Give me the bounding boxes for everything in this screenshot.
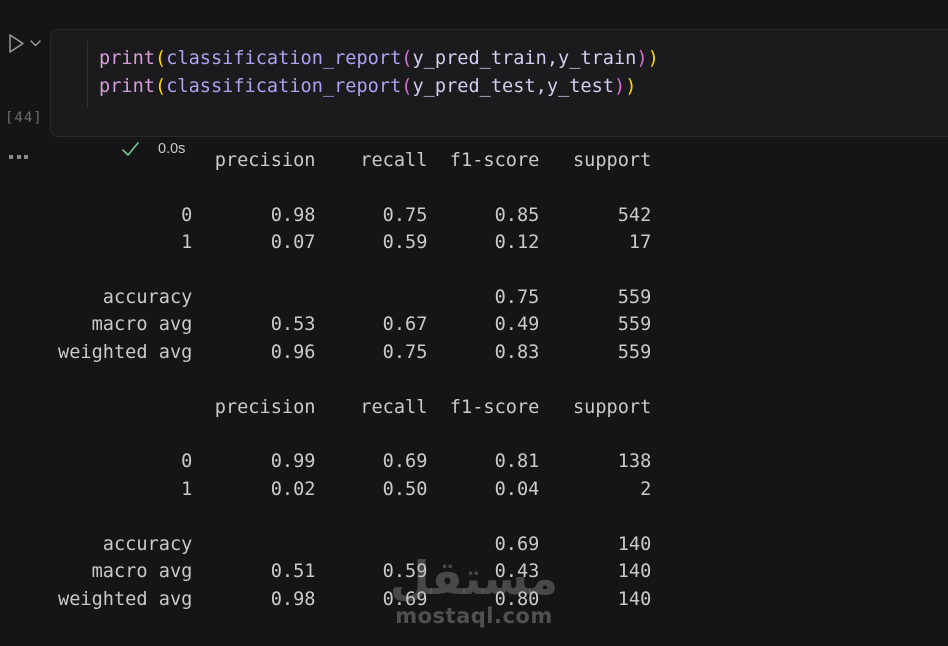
editor-left-guide xyxy=(87,41,88,107)
code-editor[interactable]: print(classification_report(y_pred_train… xyxy=(99,45,659,101)
chevron-down-icon[interactable] xyxy=(29,38,42,48)
run-icon[interactable] xyxy=(6,32,27,55)
run-cell-button[interactable] xyxy=(6,31,46,55)
more-actions-button[interactable] xyxy=(9,155,28,159)
notebook-code-cell[interactable]: print(classification_report(y_pred_train… xyxy=(50,29,948,157)
ellipsis-icon xyxy=(9,155,13,159)
execution-count: [44] xyxy=(5,110,43,126)
classification-report-output: precision recall f1-score support 0 0.98… xyxy=(58,150,652,610)
